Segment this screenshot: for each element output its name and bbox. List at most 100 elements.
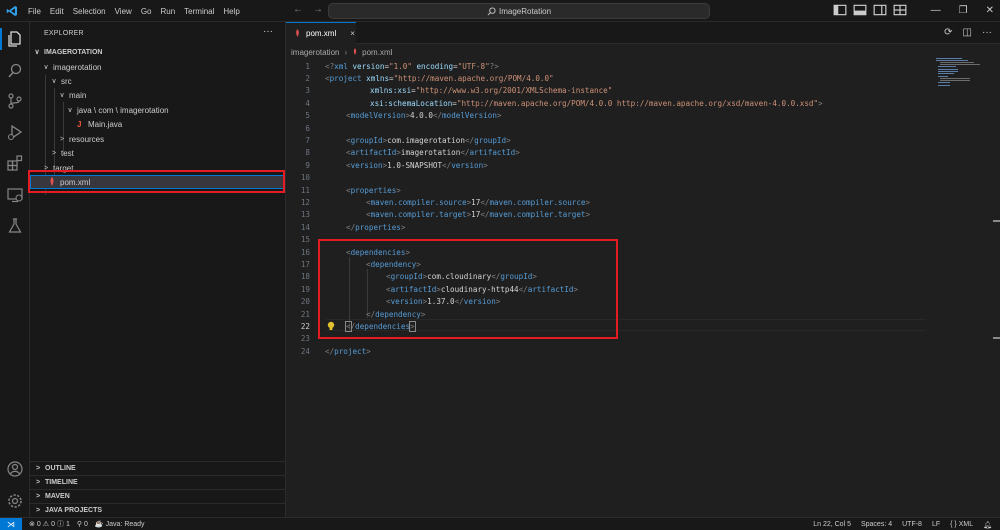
- chevron-down-icon: ∨: [43, 64, 49, 71]
- command-center-search[interactable]: ImageRotation: [328, 3, 710, 19]
- java-file-icon: J: [77, 119, 82, 129]
- braces-icon: { }: [950, 521, 957, 528]
- tree-item-label: java \ com \ imagerotation: [77, 105, 169, 115]
- code-line-13: 13 <maven.compiler.target>17</maven.compi…: [300, 210, 591, 220]
- tree-folder-test[interactable]: > test: [30, 146, 285, 160]
- chevron-right-icon: >: [35, 465, 41, 472]
- account-icon[interactable]: [6, 460, 24, 478]
- chevron-down-icon: ∨: [59, 92, 65, 99]
- problems-indicator[interactable]: ⊗ 0 ⚠ 0 ⓘ 1: [29, 519, 70, 529]
- split-editor-icon[interactable]: ◫: [963, 27, 972, 38]
- forward-arrow-icon[interactable]: →: [313, 4, 323, 15]
- tree-folder-imagerotation[interactable]: ∨ imagerotation: [30, 60, 285, 74]
- panel-timeline[interactable]: > TIMELINE: [30, 475, 285, 489]
- source-control-icon[interactable]: [6, 92, 24, 110]
- warning-icon: ⚠: [42, 521, 50, 528]
- menu-view[interactable]: View: [115, 7, 132, 16]
- menu-selection[interactable]: Selection: [73, 7, 106, 16]
- title-bar: File Edit Selection View Go Run Terminal…: [0, 0, 1000, 22]
- code-line-5: 5 <modelVersion>4.0.0</modelVersion>: [305, 111, 502, 121]
- tab-pom-xml[interactable]: pom.xml ×: [286, 22, 356, 44]
- ports-count: 0: [84, 520, 88, 528]
- language-mode[interactable]: { } XML: [950, 521, 973, 528]
- tree-folder-resources[interactable]: > resources: [30, 132, 285, 146]
- testing-icon[interactable]: [6, 217, 24, 235]
- indentation[interactable]: Spaces: 4: [861, 521, 892, 528]
- java-status-label: Java: Ready: [105, 520, 145, 528]
- breadcrumb-folder[interactable]: imagerotation: [291, 48, 339, 57]
- error-count: 0: [36, 520, 41, 528]
- panel-maven[interactable]: > MAVEN: [30, 489, 285, 503]
- toggle-sidebar-icon[interactable]: [833, 3, 847, 17]
- code-line-14: 14 </properties>: [300, 222, 406, 232]
- menu-run[interactable]: Run: [160, 7, 175, 16]
- breadcrumb-file[interactable]: pom.xml: [362, 48, 392, 57]
- more-actions-icon[interactable]: ···: [982, 27, 992, 38]
- explorer-sidebar: EXPLORER ··· ∨ IMAGEROTATION ∨ imagerota…: [30, 22, 286, 517]
- tree-item-label: test: [61, 148, 74, 158]
- maximize-icon[interactable]: ❐: [959, 5, 968, 16]
- chevron-right-icon: >: [35, 493, 41, 500]
- vscode-logo-icon[interactable]: [6, 5, 18, 17]
- sync-icon[interactable]: ⟳: [944, 27, 952, 38]
- code-line-11: 11 <properties>: [300, 185, 401, 195]
- panel-label: MAVEN: [45, 493, 70, 500]
- info-icon: ⓘ: [56, 521, 64, 528]
- close-tab-icon[interactable]: ×: [350, 29, 355, 38]
- menu-terminal[interactable]: Terminal: [184, 7, 214, 16]
- code-line-8: 8 <artifactId>imagerotation</artifactId>: [305, 148, 520, 158]
- tree-folder-main[interactable]: ∨ main: [30, 88, 285, 102]
- ports-indicator[interactable]: ⚲ 0: [77, 520, 88, 529]
- workspace-root[interactable]: ∨ IMAGEROTATION: [30, 45, 285, 59]
- toggle-secondary-sidebar-icon[interactable]: [873, 3, 887, 17]
- code-line-24: 24 </project>: [300, 346, 371, 356]
- settings-gear-icon[interactable]: [6, 492, 24, 510]
- info-count: 1: [65, 520, 70, 528]
- minimize-icon[interactable]: —: [931, 5, 941, 16]
- explorer-icon[interactable]: [6, 30, 24, 48]
- code-line-12: 12 <maven.compiler.source>17</maven.compi…: [300, 198, 591, 208]
- tree-item-label: imagerotation: [53, 62, 102, 72]
- code-line-4: 4 xsi:schemaLocation="http://maven.apache…: [305, 98, 823, 108]
- tree-file-main-java[interactable]: J Main.java: [30, 117, 285, 131]
- chevron-right-icon: >: [35, 479, 41, 486]
- extensions-icon[interactable]: [6, 154, 24, 172]
- chevron-down-icon: ∨: [51, 78, 57, 85]
- highlight-box-pom: [28, 170, 285, 193]
- title-bar-actions: — ❐ ✕: [833, 3, 994, 17]
- tab-label: pom.xml: [306, 29, 337, 38]
- menu-edit[interactable]: Edit: [50, 7, 64, 16]
- remote-explorer-icon[interactable]: [6, 186, 24, 204]
- status-bar: ⋊ ⊗ 0 ⚠ 0 ⓘ 1 ⚲ 0 ☕ Java: Ready Ln 22, Col 5 …: [0, 517, 1000, 530]
- run-debug-icon[interactable]: [6, 123, 24, 141]
- back-arrow-icon[interactable]: ←: [293, 4, 303, 15]
- tree-item-label: resources: [69, 134, 105, 144]
- close-window-icon[interactable]: ✕: [986, 5, 994, 16]
- tree-folder-java-package[interactable]: ∨ java \ com \ imagerotation: [30, 103, 285, 117]
- java-status[interactable]: ☕ Java: Ready: [95, 520, 145, 529]
- remote-indicator[interactable]: ⋊: [0, 517, 22, 530]
- menu-file[interactable]: File: [28, 7, 41, 16]
- vertical-scrollbar[interactable]: [990, 58, 1000, 517]
- notifications-icon[interactable]: 🔔︎: [983, 521, 992, 529]
- window-controls: — ❐ ✕: [931, 5, 994, 16]
- cursor-position[interactable]: Ln 22, Col 5: [813, 521, 851, 528]
- menu-go[interactable]: Go: [141, 7, 152, 16]
- panel-outline[interactable]: > OUTLINE: [30, 461, 285, 475]
- menu-help[interactable]: Help: [223, 7, 239, 16]
- language-label: XML: [958, 521, 974, 528]
- scrollbar-marker: [993, 337, 1000, 339]
- search-icon[interactable]: [6, 62, 24, 80]
- customize-layout-icon[interactable]: [893, 3, 907, 17]
- toggle-panel-icon[interactable]: [853, 3, 867, 17]
- more-actions-icon[interactable]: ···: [263, 26, 273, 37]
- activity-bar: [0, 22, 30, 517]
- tree-folder-src[interactable]: ∨ src: [30, 74, 285, 88]
- file-encoding[interactable]: UTF-8: [902, 521, 922, 528]
- code-line-10: 10: [300, 173, 310, 183]
- maven-file-icon: [354, 48, 357, 55]
- sidebar-title: EXPLORER: [44, 30, 84, 37]
- minimap[interactable]: [936, 58, 986, 88]
- end-of-line[interactable]: LF: [932, 521, 940, 528]
- panel-java-projects[interactable]: > JAVA PROJECTS: [30, 503, 285, 517]
